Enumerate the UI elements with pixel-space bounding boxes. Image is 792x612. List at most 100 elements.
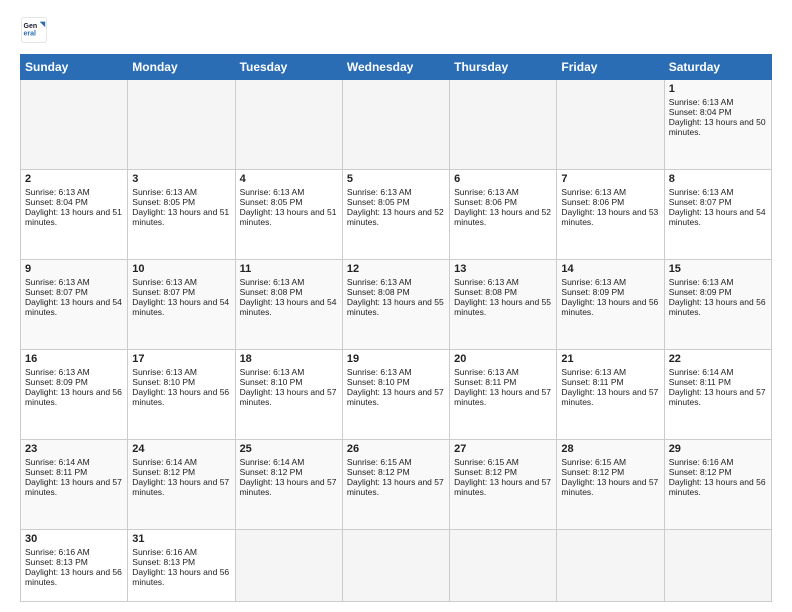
daylight-label: Daylight: 13 hours and 56 minutes. <box>25 387 122 407</box>
day-number: 31 <box>132 533 230 545</box>
sunrise-label: Sunrise: 6:13 AM <box>25 367 90 377</box>
sunset-label: Sunset: 8:04 PM <box>25 197 88 207</box>
sunrise-label: Sunrise: 6:14 AM <box>240 457 305 467</box>
calendar-table: SundayMondayTuesdayWednesdayThursdayFrid… <box>20 54 772 602</box>
daylight-label: Daylight: 13 hours and 57 minutes. <box>561 387 658 407</box>
calendar-cell: 10Sunrise: 6:13 AMSunset: 8:07 PMDayligh… <box>128 260 235 350</box>
day-number: 19 <box>347 353 445 365</box>
day-number: 4 <box>240 173 338 185</box>
sunrise-label: Sunrise: 6:15 AM <box>454 457 519 467</box>
daylight-label: Daylight: 13 hours and 57 minutes. <box>132 477 229 497</box>
sunrise-label: Sunrise: 6:13 AM <box>132 367 197 377</box>
sunset-label: Sunset: 8:12 PM <box>132 467 195 477</box>
sunrise-label: Sunrise: 6:13 AM <box>347 277 412 287</box>
sunset-label: Sunset: 8:05 PM <box>132 197 195 207</box>
calendar-header-row: SundayMondayTuesdayWednesdayThursdayFrid… <box>21 55 772 80</box>
sunrise-label: Sunrise: 6:13 AM <box>454 277 519 287</box>
daylight-label: Daylight: 13 hours and 56 minutes. <box>132 567 229 587</box>
sunrise-label: Sunrise: 6:13 AM <box>669 277 734 287</box>
calendar-cell: 1Sunrise: 6:13 AMSunset: 8:04 PMDaylight… <box>664 80 771 170</box>
sunset-label: Sunset: 8:07 PM <box>669 197 732 207</box>
svg-text:Gen: Gen <box>24 23 38 30</box>
sunset-label: Sunset: 8:10 PM <box>240 377 303 387</box>
daylight-label: Daylight: 13 hours and 54 minutes. <box>669 207 766 227</box>
sunrise-label: Sunrise: 6:16 AM <box>669 457 734 467</box>
day-number: 12 <box>347 263 445 275</box>
sunrise-label: Sunrise: 6:13 AM <box>132 277 197 287</box>
sunset-label: Sunset: 8:07 PM <box>132 287 195 297</box>
col-header-sunday: Sunday <box>21 55 128 80</box>
sunset-label: Sunset: 8:12 PM <box>454 467 517 477</box>
sunrise-label: Sunrise: 6:14 AM <box>25 457 90 467</box>
col-header-thursday: Thursday <box>450 55 557 80</box>
daylight-label: Daylight: 13 hours and 57 minutes. <box>240 477 337 497</box>
sunset-label: Sunset: 8:09 PM <box>669 287 732 297</box>
calendar-cell: 9Sunrise: 6:13 AMSunset: 8:07 PMDaylight… <box>21 260 128 350</box>
calendar-week-row: 30Sunrise: 6:16 AMSunset: 8:13 PMDayligh… <box>21 530 772 602</box>
day-number: 5 <box>347 173 445 185</box>
sunrise-label: Sunrise: 6:13 AM <box>669 187 734 197</box>
calendar-cell: 23 Sunrise: 6:14 AMSunset: 8:11 PMDayligh… <box>21 440 128 530</box>
calendar-cell: 12Sunrise: 6:13 AMSunset: 8:08 PMDayligh… <box>342 260 449 350</box>
calendar-cell: 28Sunrise: 6:15 AMSunset: 8:12 PMDayligh… <box>557 440 664 530</box>
calendar-cell: 11Sunrise: 6:13 AMSunset: 8:08 PMDayligh… <box>235 260 342 350</box>
col-header-tuesday: Tuesday <box>235 55 342 80</box>
logo: Gen eral <box>20 16 52 44</box>
calendar-cell: 17Sunrise: 6:13 AMSunset: 8:10 PMDayligh… <box>128 350 235 440</box>
page: Gen eral SundayMondayTuesdayWednesdayThu… <box>0 0 792 612</box>
calendar-cell: 25Sunrise: 6:14 AMSunset: 8:12 PMDayligh… <box>235 440 342 530</box>
sunset-label: Sunset: 8:13 PM <box>132 557 195 567</box>
header: Gen eral <box>20 16 772 44</box>
sunrise-label: Sunrise: 6:13 AM <box>25 277 90 287</box>
day-number: 21 <box>561 353 659 365</box>
day-number: 23 <box>25 443 123 455</box>
day-number: 29 <box>669 443 767 455</box>
daylight-label: Daylight: 13 hours and 57 minutes. <box>347 477 444 497</box>
sunset-label: Sunset: 8:09 PM <box>25 377 88 387</box>
day-number: 1 <box>669 83 767 95</box>
sunrise-label: Sunrise: 6:13 AM <box>454 367 519 377</box>
svg-text:eral: eral <box>24 31 37 38</box>
day-number: 8 <box>669 173 767 185</box>
sunset-label: Sunset: 8:12 PM <box>669 467 732 477</box>
calendar-cell: 16Sunrise: 6:13 AMSunset: 8:09 PMDayligh… <box>21 350 128 440</box>
sunrise-label: Sunrise: 6:13 AM <box>561 277 626 287</box>
daylight-label: Daylight: 13 hours and 54 minutes. <box>25 297 122 317</box>
col-header-monday: Monday <box>128 55 235 80</box>
calendar-cell: 29Sunrise: 6:16 AMSunset: 8:12 PMDayligh… <box>664 440 771 530</box>
calendar-cell: 31Sunrise: 6:16 AMSunset: 8:13 PMDayligh… <box>128 530 235 602</box>
sunrise-label: Sunrise: 6:13 AM <box>561 367 626 377</box>
sunrise-label: Sunrise: 6:16 AM <box>25 547 90 557</box>
calendar-cell: 6Sunrise: 6:13 AMSunset: 8:06 PMDaylight… <box>450 170 557 260</box>
sunset-label: Sunset: 8:11 PM <box>25 467 87 477</box>
calendar-week-row: 23Sunrise: 6:14 AMSunset: 8:11 PMDayligh… <box>21 440 772 530</box>
sunset-label: Sunset: 8:12 PM <box>561 467 624 477</box>
calendar-cell: 8 Sunrise: 6:13 AMSunset: 8:07 PMDaylight… <box>664 170 771 260</box>
daylight-label: Daylight: 13 hours and 51 minutes. <box>25 207 122 227</box>
sunrise-label: Sunrise: 6:14 AM <box>132 457 197 467</box>
calendar-cell: 4Sunrise: 6:13 AMSunset: 8:05 PMDaylight… <box>235 170 342 260</box>
day-number: 11 <box>240 263 338 275</box>
day-number: 7 <box>561 173 659 185</box>
calendar-cell <box>557 530 664 602</box>
sunrise-label: Sunrise: 6:13 AM <box>25 187 90 197</box>
calendar-cell <box>342 530 449 602</box>
calendar-cell: 3Sunrise: 6:13 AMSunset: 8:05 PMDaylight… <box>128 170 235 260</box>
day-number: 27 <box>454 443 552 455</box>
sunset-label: Sunset: 8:06 PM <box>454 197 517 207</box>
sunset-label: Sunset: 8:04 PM <box>669 107 732 117</box>
calendar-cell: 27Sunrise: 6:15 AMSunset: 8:12 PMDayligh… <box>450 440 557 530</box>
logo-icon: Gen eral <box>20 16 48 44</box>
calendar-cell: 18Sunrise: 6:13 AMSunset: 8:10 PMDayligh… <box>235 350 342 440</box>
col-header-wednesday: Wednesday <box>342 55 449 80</box>
calendar-cell: 19Sunrise: 6:13 AMSunset: 8:10 PMDayligh… <box>342 350 449 440</box>
sunrise-label: Sunrise: 6:13 AM <box>347 187 412 197</box>
daylight-label: Daylight: 13 hours and 57 minutes. <box>25 477 122 497</box>
calendar-cell: 13Sunrise: 6:13 AMSunset: 8:08 PMDayligh… <box>450 260 557 350</box>
day-number: 25 <box>240 443 338 455</box>
day-number: 2 <box>25 173 123 185</box>
calendar-cell: 5Sunrise: 6:13 AMSunset: 8:05 PMDaylight… <box>342 170 449 260</box>
sunrise-label: Sunrise: 6:14 AM <box>669 367 734 377</box>
calendar-cell <box>557 80 664 170</box>
calendar-cell: 26Sunrise: 6:15 AMSunset: 8:12 PMDayligh… <box>342 440 449 530</box>
